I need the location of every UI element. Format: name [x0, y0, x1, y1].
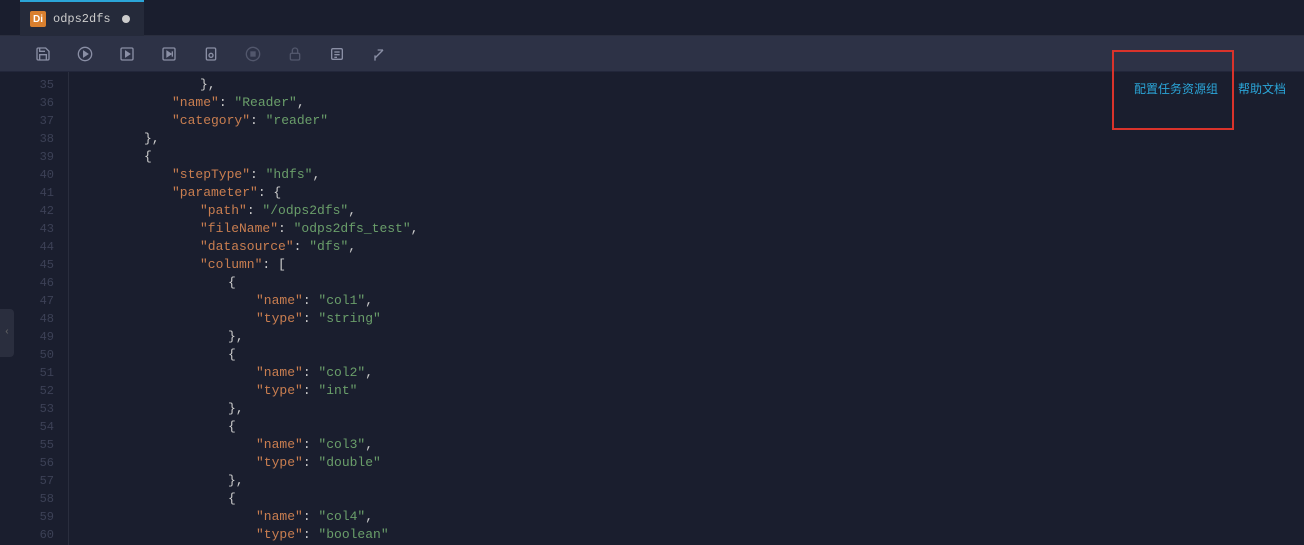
line-number: 58 [0, 490, 68, 508]
code-line[interactable]: "datasource": "dfs", [88, 238, 1304, 256]
line-number: 46 [0, 274, 68, 292]
code-line[interactable]: "name": "col2", [88, 364, 1304, 382]
code-line[interactable]: "name": "col1", [88, 292, 1304, 310]
line-number: 37 [0, 112, 68, 130]
code-line[interactable]: }, [88, 328, 1304, 346]
code-line[interactable]: "stepType": "hdfs", [88, 166, 1304, 184]
code-content[interactable]: },"name": "Reader","category": "reader"}… [88, 72, 1304, 545]
submit-icon[interactable] [74, 43, 96, 65]
resource-group-link[interactable]: 配置任务资源组 [1134, 80, 1218, 97]
line-number: 47 [0, 292, 68, 310]
code-line[interactable]: { [88, 418, 1304, 436]
code-line[interactable]: { [88, 274, 1304, 292]
line-number: 60 [0, 526, 68, 544]
code-line[interactable]: { [88, 490, 1304, 508]
line-number: 43 [0, 220, 68, 238]
line-number: 59 [0, 508, 68, 526]
dirty-indicator-icon [122, 15, 130, 23]
code-line[interactable]: "parameter": { [88, 184, 1304, 202]
top-links: 配置任务资源组 帮助文档 [1134, 80, 1286, 97]
code-line[interactable]: }, [88, 130, 1304, 148]
run-advanced-icon[interactable] [158, 43, 180, 65]
line-number: 53 [0, 400, 68, 418]
line-number: 40 [0, 166, 68, 184]
format-icon[interactable] [368, 43, 390, 65]
save-icon[interactable] [32, 43, 54, 65]
line-number: 52 [0, 382, 68, 400]
code-line[interactable]: "fileName": "odps2dfs_test", [88, 220, 1304, 238]
line-number: 39 [0, 148, 68, 166]
tab-label: odps2dfs [53, 12, 111, 26]
stop-icon [242, 43, 264, 65]
settings-icon[interactable] [326, 43, 348, 65]
line-number: 45 [0, 256, 68, 274]
code-line[interactable]: { [88, 148, 1304, 166]
smoke-test-icon[interactable] [200, 43, 222, 65]
line-number: 36 [0, 94, 68, 112]
code-line[interactable]: "type": "double" [88, 454, 1304, 472]
code-line[interactable]: "type": "int" [88, 382, 1304, 400]
line-number: 56 [0, 454, 68, 472]
line-number: 41 [0, 184, 68, 202]
code-line[interactable]: }, [88, 400, 1304, 418]
line-number: 57 [0, 472, 68, 490]
help-link[interactable]: 帮助文档 [1238, 80, 1286, 97]
code-line[interactable]: "type": "string" [88, 310, 1304, 328]
lock-icon [284, 43, 306, 65]
code-line[interactable]: { [88, 346, 1304, 364]
code-line[interactable]: "path": "/odps2dfs", [88, 202, 1304, 220]
tab-odps2dfs[interactable]: Di odps2dfs [20, 0, 144, 36]
line-number: 54 [0, 418, 68, 436]
line-number: 55 [0, 436, 68, 454]
code-line[interactable]: }, [88, 472, 1304, 490]
tab-bar: Di odps2dfs [0, 0, 1304, 36]
code-line[interactable]: "name": "col4", [88, 508, 1304, 526]
file-type-icon: Di [30, 11, 46, 27]
run-icon[interactable] [116, 43, 138, 65]
code-editor[interactable]: 3536373839404142434445464748495051525354… [0, 72, 1304, 545]
code-line[interactable]: "column": [ [88, 256, 1304, 274]
code-line[interactable]: "type": "boolean" [88, 526, 1304, 544]
fold-region [68, 72, 88, 545]
line-number: 51 [0, 364, 68, 382]
line-number: 42 [0, 202, 68, 220]
toolbar [0, 36, 1304, 72]
collapse-handle-icon[interactable]: ‹ [0, 309, 14, 357]
line-number: 38 [0, 130, 68, 148]
code-line[interactable]: "name": "col3", [88, 436, 1304, 454]
line-number: 35 [0, 76, 68, 94]
line-number: 44 [0, 238, 68, 256]
